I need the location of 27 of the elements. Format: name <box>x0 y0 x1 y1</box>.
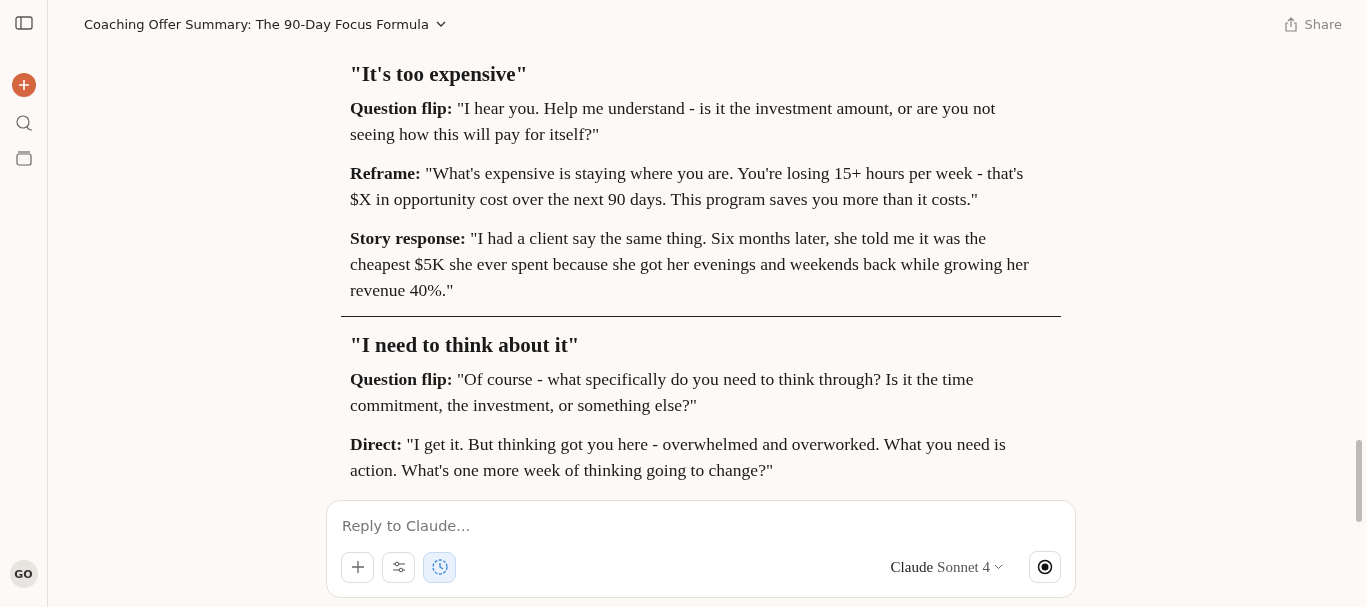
record-icon <box>1037 559 1053 575</box>
scrollbar-thumb[interactable] <box>1356 440 1362 522</box>
sliders-icon <box>391 561 406 573</box>
model-selector[interactable]: Claude Sonnet 4 <box>884 557 1009 577</box>
chat-title[interactable]: Coaching Offer Summary: The 90-Day Focus Formula <box>84 16 446 32</box>
section-heading: "It's too expensive" <box>350 61 529 88</box>
share-icon <box>1284 16 1299 32</box>
section-heading: "I need to think about it" <box>350 332 581 359</box>
chevron-down-icon <box>994 564 1003 570</box>
paragraph: Direct: "I get it. But thinking got you here - overwhelmed and overworked. What you need is action. What's one more week of thinking going to change?" <box>350 433 1007 482</box>
new-chat-button[interactable] <box>11 73 36 97</box>
add-button[interactable] <box>341 551 374 583</box>
plus-icon <box>350 560 365 574</box>
paragraph: Question flip: "I hear you. Help me understand - is it the investment amount, or are you not seeing how this will pay for itself?" <box>350 97 997 146</box>
reply-field[interactable]: Reply to Claude... <box>341 515 1061 537</box>
paragraph: Story response: "I had a client say the same thing. Six months later, she told me it was the cheapest $5K she ever spent because she got her evenings and weekends back while growing her revenue 40%." <box>350 227 1030 302</box>
clock-icon <box>430 558 449 576</box>
paragraph: Question flip: "Of course - what specifically do you need to think through? Is it the time commitment, the investment, or something else?" <box>350 368 975 417</box>
user-avatar[interactable]: GO <box>9 560 38 588</box>
paragraph: Reframe: "What's expensive is staying where you are. You're losing 15+ hours per week - that's $X in opportunity cost over the next 90 days. This program saves you more than it costs." <box>350 162 1025 211</box>
clock-button[interactable] <box>423 551 456 583</box>
record-button[interactable] <box>1029 551 1061 583</box>
sidebar-toggle-icon[interactable] <box>14 16 33 30</box>
settings-button[interactable] <box>382 551 415 583</box>
plus-icon <box>17 79 30 91</box>
chevron-down-icon <box>435 21 446 27</box>
projects-icon[interactable] <box>14 150 33 166</box>
